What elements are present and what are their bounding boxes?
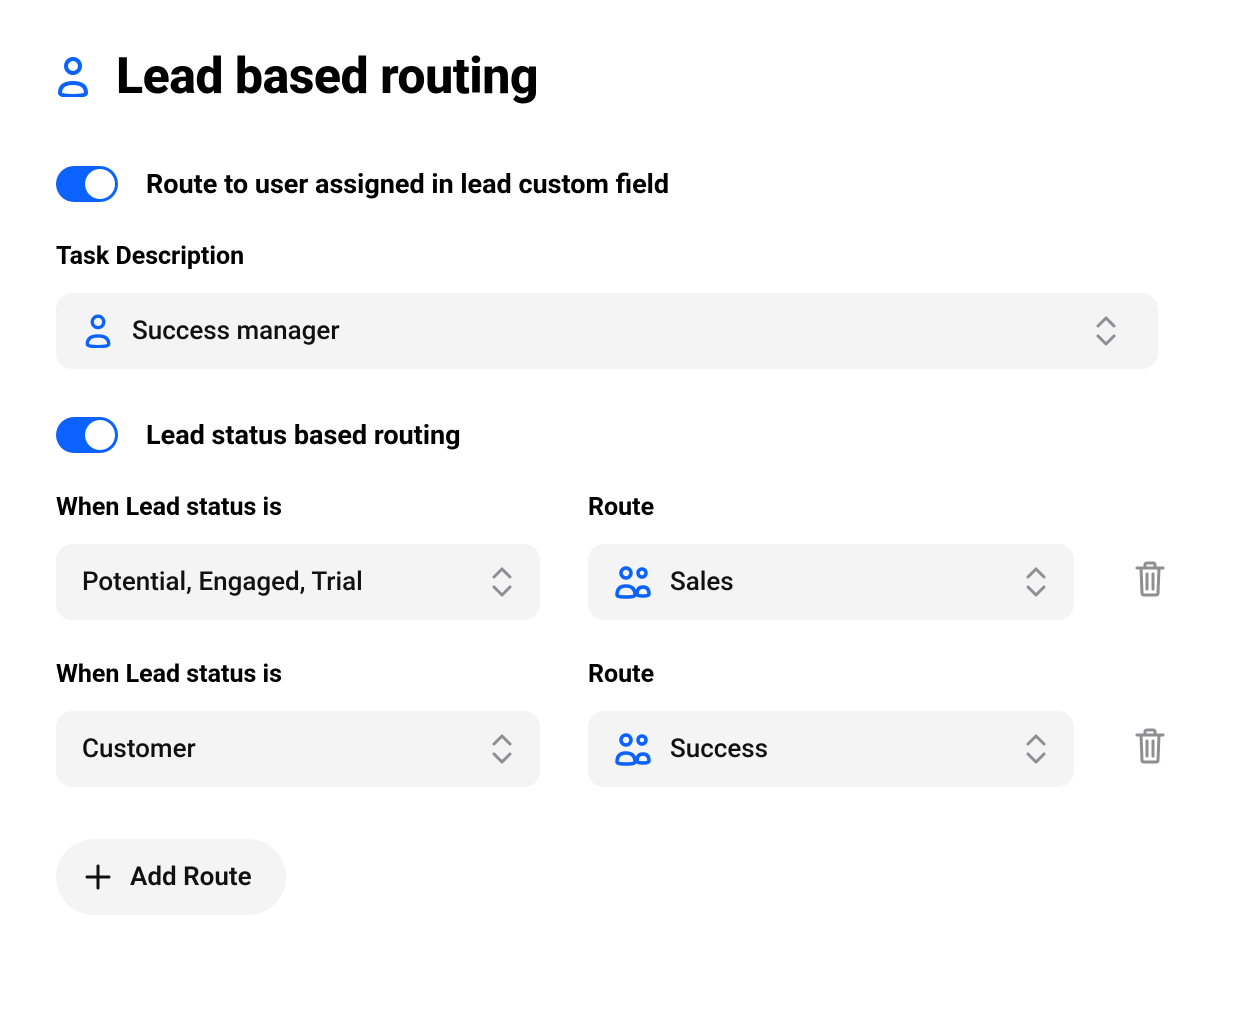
custom-field-toggle-row: Route to user assigned in lead custom fi… [56,166,1158,202]
toggle-knob [85,169,115,199]
delete-route-button[interactable] [1130,559,1170,599]
when-status-select[interactable]: Customer [56,711,540,787]
chevron-up-down-icon [1092,313,1120,349]
route-row: When Lead status is Potential, Engaged, … [56,493,1158,620]
lead-routing-card: Lead based routing Route to user assigne… [8,0,1206,967]
status-routing-toggle-row: Lead status based routing [56,417,1158,453]
when-column: When Lead status is Customer [56,660,540,787]
team-icon [614,565,652,599]
route-column: Route Success [588,660,1074,787]
delete-column [1122,541,1178,617]
route-label: Route [588,660,1074,689]
when-label: When Lead status is [56,660,540,689]
card-header: Lead based routing [56,48,1158,106]
delete-route-button[interactable] [1130,726,1170,766]
task-description-label: Task Description [56,242,1158,271]
route-target-select[interactable]: Sales [588,544,1074,620]
when-status-value: Customer [82,734,196,764]
trash-icon [1133,560,1167,598]
status-routing-toggle-label: Lead status based routing [146,419,461,451]
task-description-select[interactable]: Success manager [56,293,1158,369]
chevron-up-down-icon [488,731,516,767]
when-status-value: Potential, Engaged, Trial [82,567,363,597]
add-route-label: Add Route [130,862,252,892]
route-label: Route [588,493,1074,522]
task-description-value: Success manager [132,316,340,346]
when-label: When Lead status is [56,493,540,522]
route-column: Route Sales [588,493,1074,620]
toggle-knob [85,420,115,450]
user-icon [56,57,90,97]
route-row: When Lead status is Customer Route Succe… [56,660,1158,787]
route-target-value: Success [670,734,768,764]
add-route-button[interactable]: Add Route [56,839,286,915]
page-title: Lead based routing [116,48,538,106]
team-icon [614,732,652,766]
chevron-up-down-icon [1022,731,1050,767]
chevron-up-down-icon [1022,564,1050,600]
when-status-select[interactable]: Potential, Engaged, Trial [56,544,540,620]
custom-field-toggle[interactable] [56,166,118,202]
when-column: When Lead status is Potential, Engaged, … [56,493,540,620]
trash-icon [1133,727,1167,765]
plus-icon [84,863,112,891]
user-icon [84,314,112,348]
route-target-select[interactable]: Success [588,711,1074,787]
delete-column [1122,708,1178,784]
route-target-value: Sales [670,567,734,597]
chevron-up-down-icon [488,564,516,600]
custom-field-toggle-label: Route to user assigned in lead custom fi… [146,168,669,200]
status-routing-toggle[interactable] [56,417,118,453]
